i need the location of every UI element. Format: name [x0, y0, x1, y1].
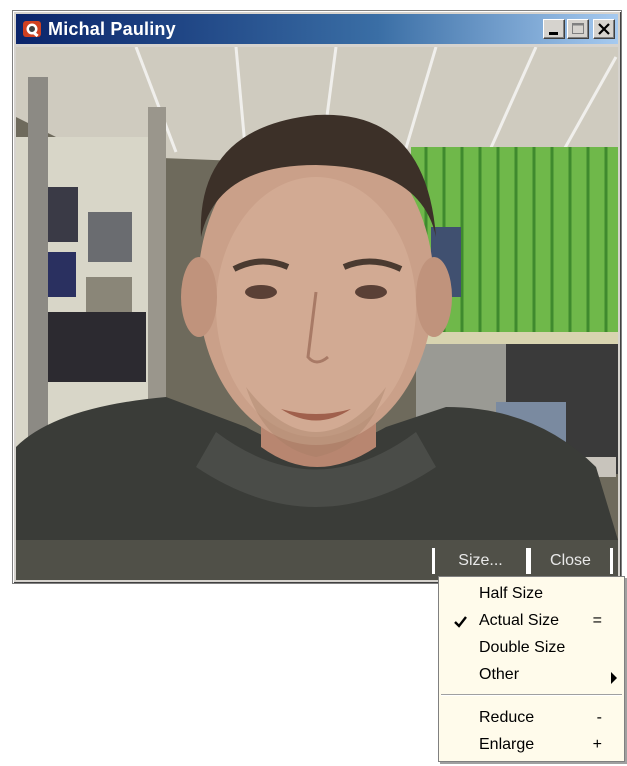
size-menu: Half Size Actual Size = Double Size Othe… — [438, 576, 625, 762]
submenu-arrow-icon — [610, 671, 618, 689]
menu-item-label: Half Size — [479, 585, 544, 602]
menu-item-shortcut: - — [596, 709, 602, 726]
video-window: Michal Pauliny Size... Close — [12, 10, 622, 584]
checkmark-icon — [453, 615, 469, 634]
menu-item-label: Enlarge — [479, 736, 535, 753]
close-icon — [598, 23, 610, 35]
window-title: Michal Pauliny — [48, 19, 176, 39]
close-button[interactable] — [593, 19, 615, 39]
menu-item-enlarge[interactable]: Enlarge + — [439, 732, 624, 759]
menu-item-label: Actual Size — [479, 612, 560, 629]
webcam-video — [16, 47, 618, 540]
menu-item-label: Double Size — [479, 639, 566, 656]
menu-item-label: Other — [479, 666, 520, 683]
minimize-button[interactable] — [543, 19, 565, 39]
menu-item-actual-size[interactable]: Actual Size = — [439, 608, 624, 635]
menu-item-label: Reduce — [479, 709, 535, 726]
video-control-bar: Size... Close — [16, 540, 618, 580]
size-button[interactable]: Size... — [432, 548, 529, 574]
maximize-icon — [572, 23, 584, 34]
menu-separator — [441, 694, 622, 696]
title-bar[interactable]: Michal Pauliny — [16, 14, 618, 44]
close-video-button[interactable]: Close — [528, 548, 613, 574]
menu-item-reduce[interactable]: Reduce - — [439, 705, 624, 732]
menu-item-other[interactable]: Other — [439, 662, 624, 689]
menu-item-half-size[interactable]: Half Size — [439, 581, 624, 608]
minimize-icon — [549, 32, 558, 35]
maximize-button[interactable] — [567, 19, 589, 39]
menu-item-shortcut: + — [592, 736, 602, 753]
menu-item-shortcut: = — [592, 612, 602, 629]
menu-item-double-size[interactable]: Double Size — [439, 635, 624, 662]
webcam-app-icon[interactable] — [22, 20, 42, 38]
